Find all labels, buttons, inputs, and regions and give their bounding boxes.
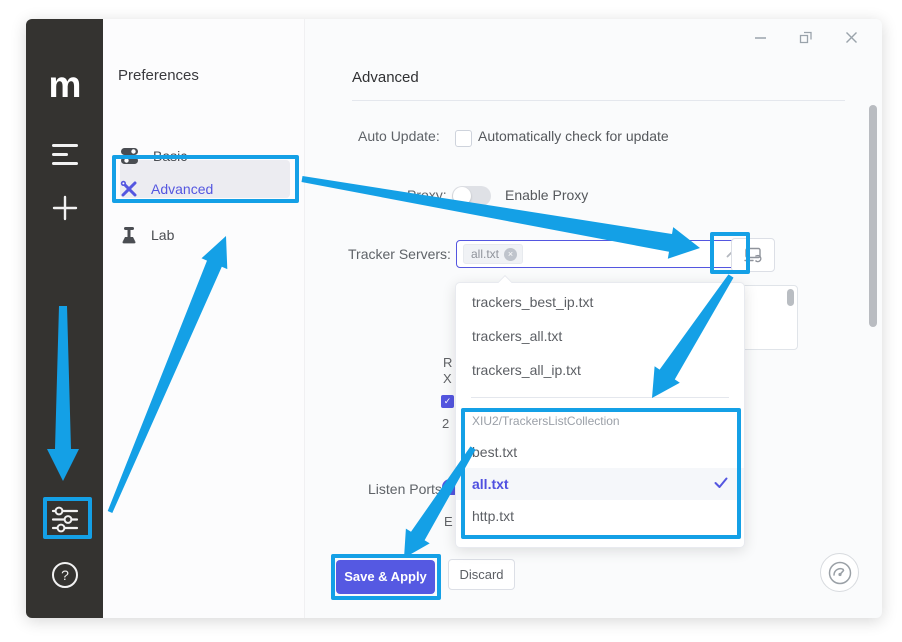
close-icon <box>845 31 858 44</box>
help-question-icon: ? <box>51 561 79 589</box>
occluded-text-fragment: X <box>443 371 452 386</box>
sidebar-item-help[interactable]: ? <box>26 561 103 589</box>
sidebar-item-add-task[interactable] <box>26 195 103 221</box>
minimize-button[interactable] <box>752 29 768 45</box>
nav-item-label: Lab <box>151 227 174 243</box>
highlight-box-chevron <box>710 232 750 274</box>
minimize-icon <box>754 31 767 44</box>
title-divider <box>352 100 845 101</box>
motrix-logo-icon: m <box>49 71 81 99</box>
discard-button[interactable]: Discard <box>448 559 515 590</box>
dropdown-option[interactable]: trackers_best_ip.txt <box>456 285 744 319</box>
tracker-servers-select[interactable]: all.txt × <box>456 240 751 268</box>
highlight-box-advanced-item <box>112 155 299 203</box>
textarea-scrollbar[interactable] <box>787 289 794 306</box>
proxy-toggle[interactable] <box>452 186 491 206</box>
proxy-label: Proxy: <box>407 187 447 203</box>
proxy-text: Enable Proxy <box>505 187 588 203</box>
main-scrollbar[interactable] <box>869 105 877 327</box>
dropdown-option[interactable]: trackers_all.txt <box>456 319 744 353</box>
page-title: Advanced <box>352 69 419 86</box>
speed-limit-button[interactable] <box>820 553 859 592</box>
close-button[interactable] <box>843 29 859 45</box>
tracker-servers-label: Tracker Servers: <box>348 246 451 262</box>
auto-update-checkbox[interactable] <box>455 130 472 147</box>
plus-icon <box>52 195 78 221</box>
occluded-checkbox[interactable]: ✓ <box>441 395 454 408</box>
nav-item-lab[interactable]: Lab <box>120 216 174 254</box>
task-list-icon <box>51 142 79 167</box>
svg-text:?: ? <box>61 567 69 583</box>
preferences-title: Preferences <box>118 67 199 84</box>
lab-icon <box>120 226 138 244</box>
toggle-knob <box>453 187 471 205</box>
preferences-nav-panel: Preferences Basic Advanced <box>103 19 305 618</box>
app-logo: m <box>26 71 103 99</box>
tag-label: all.txt <box>471 247 499 261</box>
sidebar-item-tasks[interactable] <box>26 142 103 167</box>
selected-tag: all.txt × <box>463 244 523 264</box>
restore-icon <box>799 30 813 44</box>
speedometer-icon <box>828 561 852 585</box>
dropdown-option[interactable]: trackers_all_ip.txt <box>456 353 744 387</box>
highlight-box-preferences-icon <box>43 497 92 539</box>
auto-update-label: Auto Update: <box>358 128 440 144</box>
dropdown-divider <box>471 397 729 398</box>
occluded-text-fragment: E <box>444 514 453 529</box>
auto-update-text[interactable]: Automatically check for update <box>478 128 669 144</box>
highlight-box-collection-group <box>461 408 741 539</box>
highlight-box-save-button <box>331 554 441 600</box>
listen-ports-label: Listen Ports: <box>368 481 446 497</box>
maximize-restore-button[interactable] <box>798 29 814 45</box>
occluded-text-fragment: R <box>443 355 452 370</box>
app-window: m ? <box>26 19 882 618</box>
occluded-text-fragment: 2 <box>442 416 449 431</box>
tag-remove-icon[interactable]: × <box>504 248 517 261</box>
